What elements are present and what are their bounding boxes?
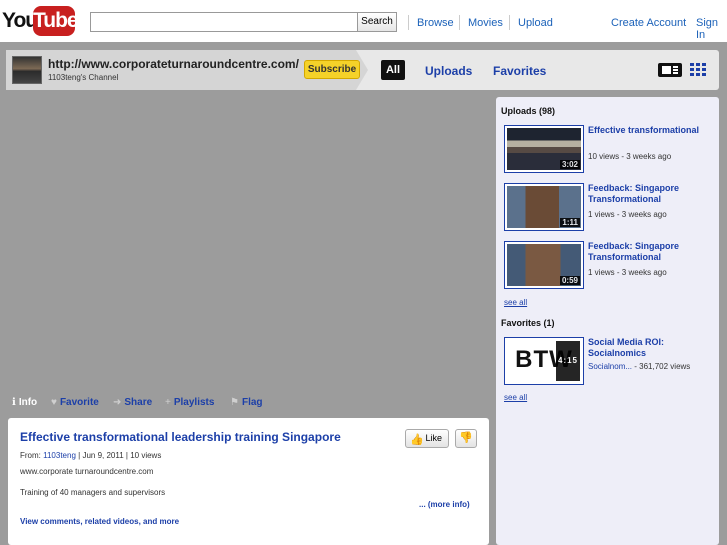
flag-label: Flag bbox=[241, 397, 263, 408]
video-info-panel: Effective transformational leadership tr… bbox=[8, 418, 489, 545]
video-player[interactable] bbox=[6, 97, 490, 394]
duration-badge: 3:02 bbox=[559, 160, 580, 169]
youtube-logo[interactable]: You Tube bbox=[2, 6, 79, 36]
info-label: Info bbox=[18, 397, 38, 408]
favorite-button[interactable]: ♥ Favorite bbox=[51, 397, 99, 408]
favorite-title[interactable]: Social Media ROI: Socialnomics bbox=[588, 337, 712, 359]
video-title[interactable]: Effective transformational leadership tr… bbox=[20, 430, 341, 444]
channel-page: http://www.corporateturnaroundcentre.com… bbox=[0, 42, 727, 545]
upload-item[interactable]: 0:59 Feedback: Singapore Transformationa… bbox=[504, 241, 714, 291]
nav-upload-link[interactable]: Upload bbox=[518, 17, 553, 29]
search-button[interactable]: Search bbox=[357, 12, 397, 32]
grid-view-icon[interactable] bbox=[690, 63, 706, 77]
favorite-author-link[interactable]: Socialnom... bbox=[588, 362, 632, 371]
playlists-label: Playlists bbox=[173, 397, 215, 408]
favorite-views: - 361,702 views bbox=[634, 362, 691, 371]
action-bar: ℹ Info ♥ Favorite ➜ Share + Playlists ⚑ Flag bbox=[6, 392, 490, 416]
upload-title[interactable]: Feedback: Singapore Transformational bbox=[588, 241, 712, 263]
player-view-icon[interactable] bbox=[658, 63, 682, 77]
channel-header: http://www.corporateturnaroundcentre.com… bbox=[6, 50, 719, 90]
share-button[interactable]: ➜ Share bbox=[113, 397, 152, 408]
playlists-button[interactable]: + Playlists bbox=[165, 397, 214, 408]
favorite-item[interactable]: BTW 4:15 Social Media ROI: Socialnomics S… bbox=[504, 337, 714, 387]
video-website: www.corporate turnaroundcentre.com bbox=[20, 467, 154, 476]
share-label: Share bbox=[124, 397, 153, 408]
thumbs-up-icon: 👍 bbox=[410, 434, 424, 446]
video-thumbnail[interactable]: 0:59 bbox=[504, 241, 584, 289]
upload-item[interactable]: 3:02 Effective transformational 10 views… bbox=[504, 125, 714, 175]
upload-item[interactable]: 1:11 Feedback: Singapore Transformationa… bbox=[504, 183, 714, 233]
channel-title[interactable]: http://www.corporateturnaroundcentre.com… bbox=[48, 57, 299, 71]
video-meta: From: 1103teng | Jun 9, 2011 | 10 views bbox=[20, 451, 161, 460]
tab-favorites[interactable]: Favorites bbox=[493, 64, 546, 78]
nav-movies-link[interactable]: Movies bbox=[468, 17, 503, 29]
uploads-heading: Uploads (98) bbox=[501, 106, 556, 116]
duration-badge: 0:59 bbox=[559, 276, 580, 285]
upload-stats: 1 views - 3 weeks ago bbox=[588, 268, 667, 277]
duration-badge: 1:11 bbox=[560, 218, 580, 227]
nav-browse-link[interactable]: Browse bbox=[417, 17, 454, 29]
logo-tube-text: Tube bbox=[33, 6, 79, 36]
channel-avatar[interactable] bbox=[12, 56, 42, 84]
logo-you-text: You bbox=[2, 9, 38, 32]
video-thumbnail[interactable]: BTW 4:15 bbox=[504, 337, 584, 385]
nav-separator bbox=[459, 15, 460, 30]
upload-title[interactable]: Effective transformational bbox=[588, 125, 712, 136]
upload-stats: 10 views - 3 weeks ago bbox=[588, 152, 672, 161]
dislike-button[interactable]: 👎 bbox=[455, 429, 477, 448]
tab-uploads[interactable]: Uploads bbox=[425, 64, 472, 78]
view-comments-link[interactable]: View comments, related videos, and more bbox=[20, 517, 179, 526]
video-thumbnail[interactable]: 3:02 bbox=[504, 125, 584, 173]
flag-icon: ⚑ bbox=[230, 397, 239, 408]
from-label: From: bbox=[20, 451, 41, 460]
share-arrow-icon: ➜ bbox=[113, 397, 122, 408]
channel-name: 1103teng's Channel bbox=[48, 73, 119, 82]
see-all-favorites-link[interactable]: see all bbox=[504, 393, 527, 402]
channel-sidebar: Uploads (98) 3:02 Effective transformati… bbox=[496, 97, 719, 545]
plus-icon: + bbox=[165, 397, 171, 408]
create-account-link[interactable]: Create Account bbox=[611, 17, 686, 29]
like-button[interactable]: 👍 Like bbox=[405, 429, 449, 448]
heart-icon: ♥ bbox=[51, 397, 57, 408]
favorite-stats: Socialnom... - 361,702 views bbox=[588, 362, 690, 371]
thumbs-down-icon: 👎 bbox=[459, 432, 473, 444]
see-all-uploads-link[interactable]: see all bbox=[504, 298, 527, 307]
info-icon: ℹ bbox=[12, 397, 16, 408]
favorite-label: Favorite bbox=[59, 397, 99, 408]
more-info-link[interactable]: ... (more info) bbox=[419, 500, 470, 509]
subscribe-button[interactable]: Subscribe bbox=[304, 60, 360, 79]
channel-info-bar: http://www.corporateturnaroundcentre.com… bbox=[6, 50, 368, 90]
nav-separator bbox=[408, 15, 409, 30]
upload-date: | Jun 9, 2011 bbox=[78, 451, 124, 460]
like-label: Like bbox=[425, 433, 442, 443]
flag-button[interactable]: ⚑ Flag bbox=[230, 397, 263, 408]
masthead: You Tube Search Browse Movies Upload Cre… bbox=[0, 0, 727, 42]
info-tab[interactable]: ℹ Info bbox=[12, 397, 38, 408]
favorites-heading: Favorites (1) bbox=[501, 318, 555, 328]
view-count: | 10 views bbox=[125, 451, 162, 460]
author-link[interactable]: 1103teng bbox=[43, 451, 76, 460]
tab-all[interactable]: All bbox=[381, 60, 405, 80]
search-input[interactable] bbox=[90, 12, 358, 32]
upload-title[interactable]: Feedback: Singapore Transformational bbox=[588, 183, 712, 205]
video-description: Training of 40 managers and supervisors bbox=[20, 488, 166, 497]
sign-in-link[interactable]: Sign In bbox=[696, 17, 727, 41]
video-thumbnail[interactable]: 1:11 bbox=[504, 183, 584, 231]
nav-separator bbox=[509, 15, 510, 30]
duration-badge: 4:15 bbox=[555, 341, 580, 381]
upload-stats: 1 views - 3 weeks ago bbox=[588, 210, 667, 219]
